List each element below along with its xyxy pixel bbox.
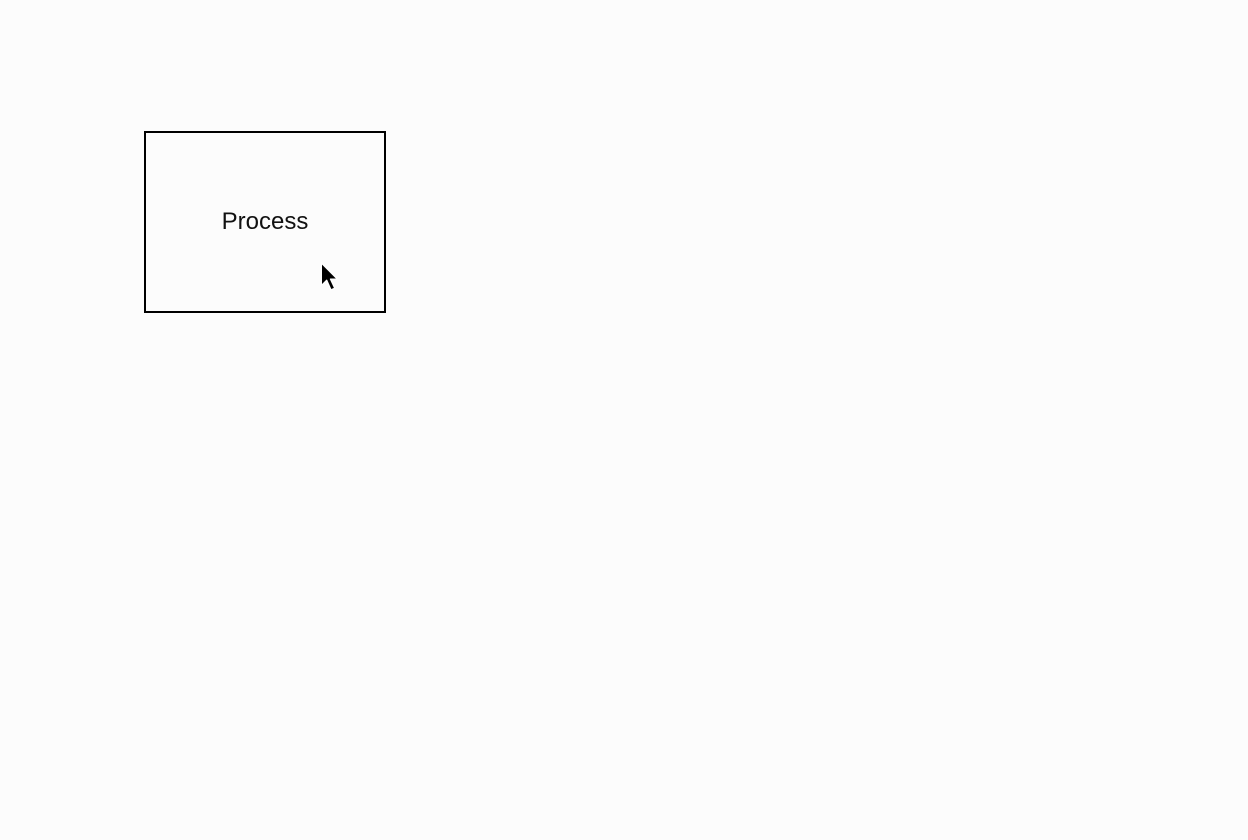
process-shape[interactable]: Process [144,131,386,313]
process-label: Process [222,208,309,236]
diagram-canvas[interactable]: Process [0,0,1248,840]
